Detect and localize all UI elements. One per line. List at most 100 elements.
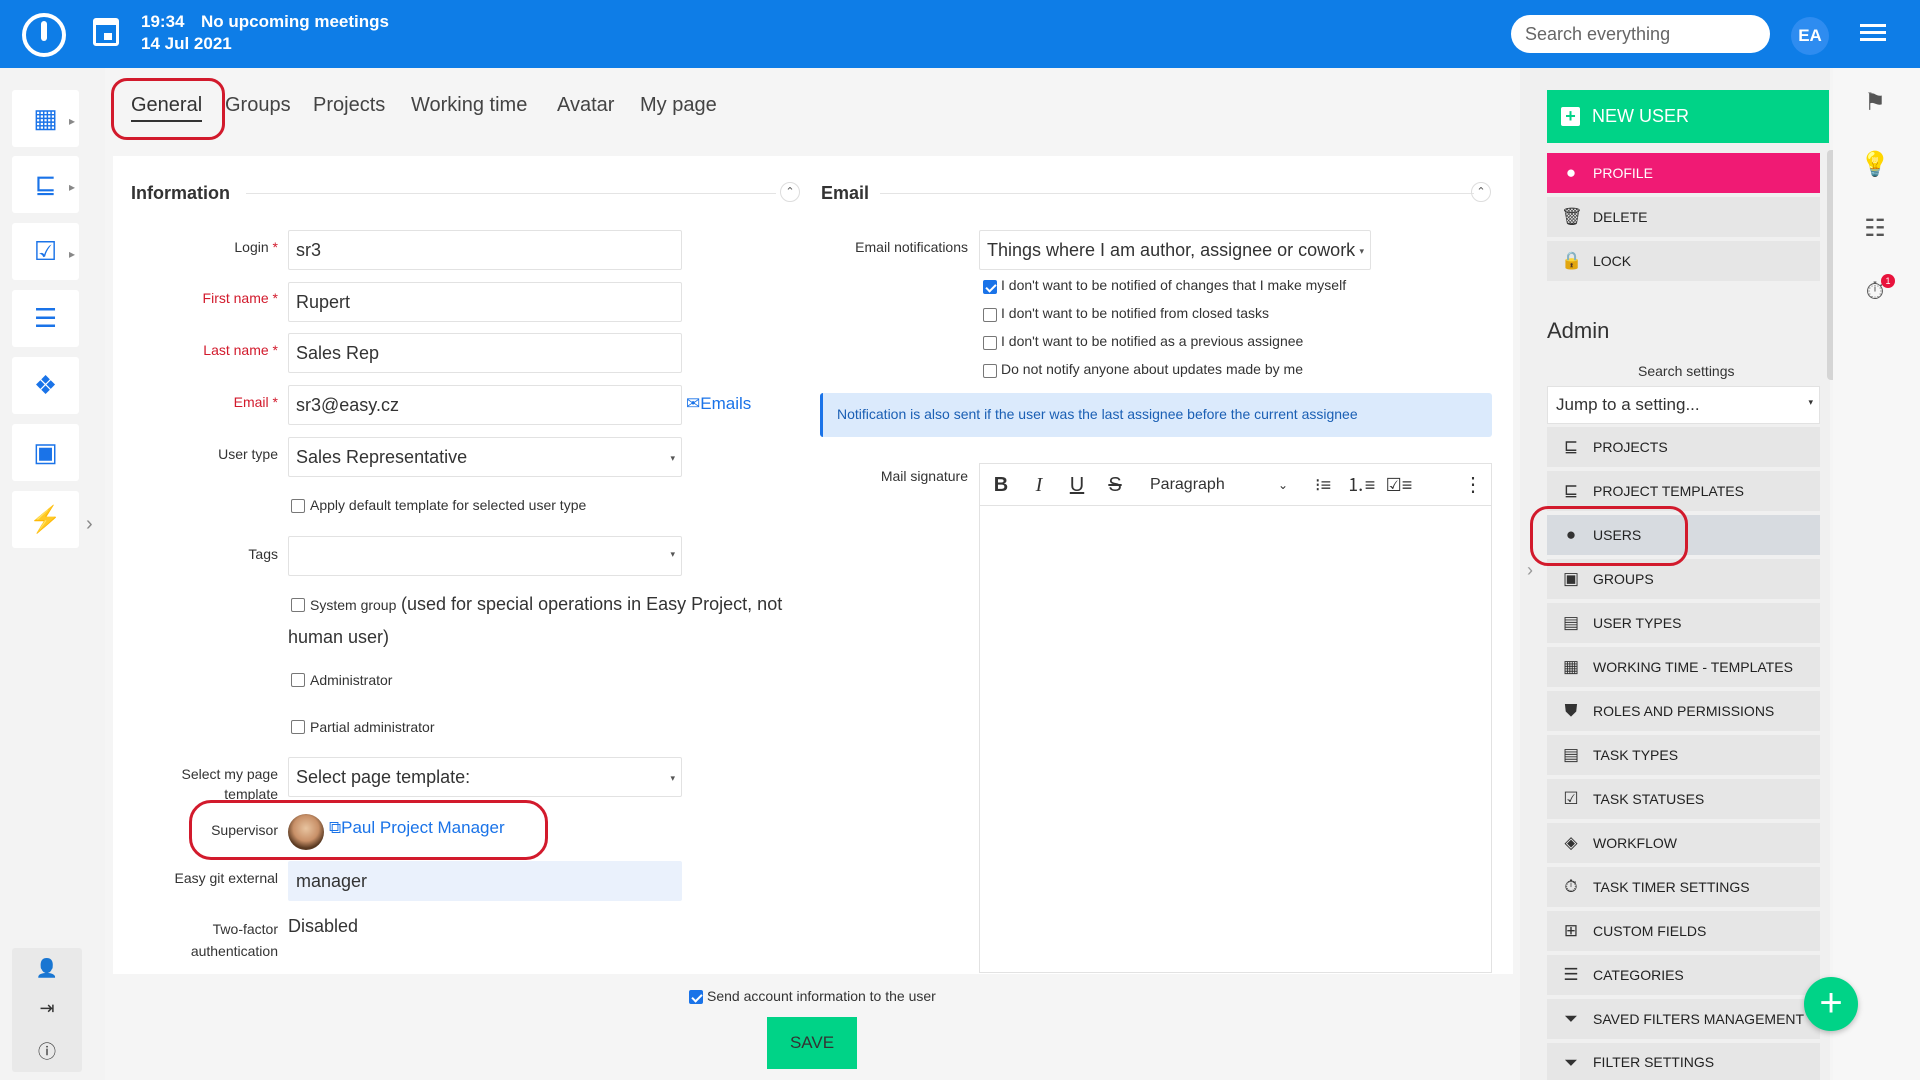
flag-icon[interactable]: ⚑ [1855, 88, 1895, 128]
email-notifications-select[interactable]: Things where I am author, assignee or co… [979, 230, 1371, 270]
sidebar-item-user-types[interactable]: ▤ USER TYPES [1547, 603, 1820, 643]
git-field[interactable] [288, 861, 682, 901]
sidebar-item-custom-fields[interactable]: ⊞ CUSTOM FIELDS [1547, 911, 1820, 951]
sidebar-item-groups[interactable]: ▣ GROUPS [1547, 559, 1820, 599]
notify-none-checkbox[interactable] [983, 364, 997, 378]
tab-working-time[interactable]: Working time [411, 94, 527, 117]
profile-button[interactable]: ● PROFILE [1547, 153, 1820, 193]
numbered-list-icon[interactable]: ⒈≡ [1346, 472, 1376, 498]
supervisor-link[interactable]: ⧉Paul Project Manager [329, 818, 505, 838]
tab-general[interactable]: General [131, 94, 203, 122]
search-input[interactable] [1511, 15, 1770, 53]
hamburger-menu-icon[interactable] [1860, 24, 1886, 44]
notify-own-changes-label: I don't want to be notified of changes t… [1001, 277, 1347, 293]
more-options-icon[interactable]: ⋮ [1458, 472, 1488, 498]
sidebar-item-task-timer-settings[interactable]: ⏱ TASK TIMER SETTINGS [1547, 867, 1820, 907]
mail-signature-label: Mail signature [880, 468, 968, 484]
plus-box-icon: ⊞ [1563, 921, 1579, 940]
app-logo-icon[interactable] [22, 13, 66, 57]
first-name-label: First name * [202, 290, 278, 306]
git-label: Easy git external [174, 870, 279, 886]
email-field[interactable] [288, 385, 682, 425]
expand-nav-icon[interactable]: › [86, 513, 93, 536]
tab-avatar[interactable]: Avatar [557, 94, 614, 117]
chevron-down-icon: ▾ [670, 549, 675, 559]
sidebar-item-saved-filters[interactable]: ⏷ SAVED FILTERS MANAGEMENT [1547, 999, 1820, 1039]
collapse-information-icon[interactable]: ⌃ [780, 182, 800, 202]
sidebar-item-task-statuses[interactable]: ☑ TASK STATUSES [1547, 779, 1820, 819]
sidebar-item-users[interactable]: ● USERS [1547, 515, 1820, 555]
delete-button[interactable]: 🗑 DELETE [1547, 197, 1820, 237]
tags-select[interactable]: ▾ [288, 536, 682, 576]
sidebar-item-categories[interactable]: ☰ CATEGORIES [1547, 955, 1820, 995]
person-icon: ● [1565, 525, 1577, 544]
calendar-icon[interactable] [93, 18, 119, 46]
my-page-template-select[interactable]: Select page template: ▾ [288, 757, 682, 797]
paragraph-select[interactable]: Paragraph ⌄ [1144, 470, 1294, 500]
bullet-list-icon[interactable]: ⁝≡ [1308, 472, 1338, 498]
strikethrough-icon[interactable]: S [1100, 472, 1130, 498]
send-account-info-label: Send account information to the user [707, 988, 936, 1004]
dropbox-icon[interactable]: ❖ [12, 357, 79, 414]
checklist-icon[interactable]: ☷ [1855, 214, 1895, 254]
notify-previous-assignee-checkbox[interactable] [983, 336, 997, 350]
system-group-label: System group [310, 597, 397, 613]
floating-add-button[interactable]: + [1804, 977, 1858, 1031]
system-group-note: (used for special operations in Easy Pro… [401, 594, 783, 614]
first-name-field[interactable] [288, 282, 682, 322]
italic-icon[interactable]: I [1024, 472, 1054, 498]
login-field[interactable] [288, 230, 682, 270]
user-type-label: User type [218, 446, 278, 462]
twofa-value: Disabled [288, 916, 359, 936]
lock-icon: 🔒 [1561, 251, 1583, 270]
sidebar-collapse-icon[interactable]: › [1527, 560, 1533, 581]
chevron-down-icon: ▾ [1359, 246, 1364, 256]
list-icon[interactable]: ☰ [12, 290, 79, 347]
chevron-right-icon[interactable]: ▸ [69, 114, 75, 128]
info-icon[interactable]: ⓘ [12, 1038, 82, 1064]
last-name-field[interactable] [288, 333, 682, 373]
underline-icon[interactable]: U [1062, 472, 1092, 498]
board-icon[interactable]: ▣ [12, 424, 79, 481]
sidebar-item-workflow[interactable]: ◈ WORKFLOW [1547, 823, 1820, 863]
tab-projects[interactable]: Projects [313, 94, 385, 117]
meetings-status[interactable]: No upcoming meetings [201, 12, 389, 32]
logout-icon[interactable]: ⇥ [12, 998, 82, 1019]
bold-icon[interactable]: B [986, 472, 1016, 498]
chevron-down-icon: ⌄ [1277, 478, 1288, 492]
sidebar-item-roles-permissions[interactable]: ⛊ ROLES AND PERMISSIONS [1547, 691, 1820, 731]
system-group-checkbox[interactable] [291, 598, 305, 612]
notify-own-changes-checkbox[interactable] [983, 280, 997, 294]
administrator-checkbox[interactable] [291, 673, 305, 687]
sidebar-item-projects[interactable]: ⊑ PROJECTS [1547, 427, 1820, 467]
apply-default-checkbox[interactable] [291, 499, 305, 513]
user-avatar[interactable]: EA [1791, 17, 1829, 55]
collapse-email-icon[interactable]: ⌃ [1471, 182, 1491, 202]
sidebar-item-task-types[interactable]: ▤ TASK TYPES [1547, 735, 1820, 775]
notify-closed-tasks-checkbox[interactable] [983, 308, 997, 322]
add-user-icon[interactable]: 👤 [12, 958, 82, 979]
lock-button[interactable]: 🔒 LOCK [1547, 241, 1820, 281]
signature-editor[interactable]: B I U S Paragraph ⌄ ⁝≡ ⒈≡ ☑≡ ⋮ [979, 463, 1492, 973]
lightning-icon[interactable]: ⚡ [12, 491, 79, 548]
save-button[interactable]: SAVE [767, 1017, 857, 1069]
sidebar-item-project-templates[interactable]: ⊑ PROJECT TEMPLATES [1547, 471, 1820, 511]
jump-to-setting-select[interactable]: Jump to a setting... ▾ [1547, 386, 1820, 424]
sidebar-item-working-time-templates[interactable]: ▦ WORKING TIME - TEMPLATES [1547, 647, 1820, 687]
partial-admin-checkbox[interactable] [291, 720, 305, 734]
chevron-right-icon[interactable]: ▸ [69, 247, 75, 261]
tab-groups[interactable]: Groups [225, 94, 291, 117]
sidebar-item-filter-settings[interactable]: ⏷ FILTER SETTINGS [1547, 1043, 1820, 1080]
lightbulb-icon[interactable]: 💡 [1855, 150, 1895, 190]
id-badge-icon: ▤ [1562, 613, 1580, 632]
checklist-icon[interactable]: ☑≡ [1384, 472, 1414, 498]
new-user-button[interactable]: + NEW USER [1547, 90, 1829, 143]
chevron-right-icon[interactable]: ▸ [69, 180, 75, 194]
nav-bottom-group: 👤 ⇥ ⓘ [12, 948, 82, 1072]
clipboard-check-icon: ☑ [1563, 789, 1579, 808]
emails-link[interactable]: ✉Emails [686, 394, 751, 414]
send-account-info-checkbox[interactable] [689, 990, 703, 1004]
tab-my-page[interactable]: My page [640, 94, 717, 117]
system-group-note-cont: human user) [288, 627, 390, 647]
user-type-select[interactable]: Sales Representative ▾ [288, 437, 682, 477]
